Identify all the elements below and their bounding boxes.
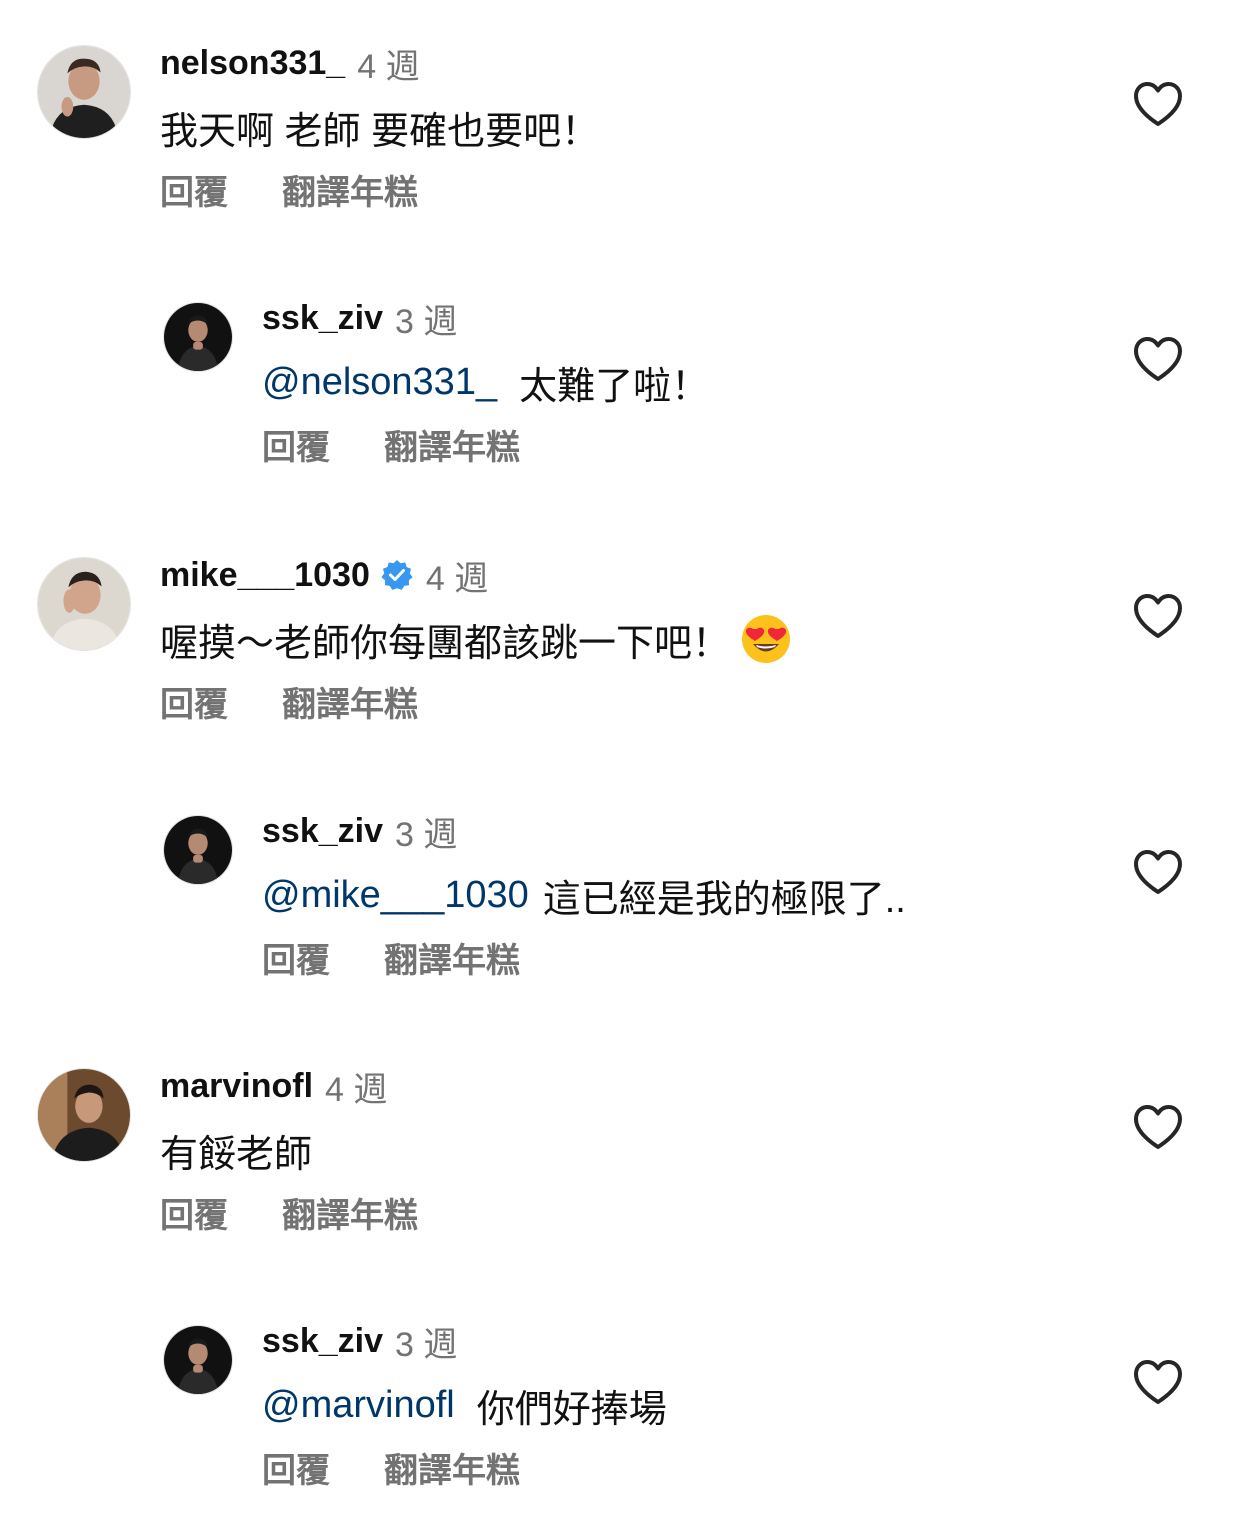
username-link[interactable]: marvinofl	[160, 1067, 313, 1106]
comment-header: marvinofl 4 週	[160, 1064, 388, 1109]
comment-header: ssk_ziv 3 週	[262, 1319, 458, 1364]
comment-item: mike___1030 4 週 喔摸～老師你每團都該跳一下吧！ 回覆 翻譯年糕	[0, 556, 1242, 773]
comment-body: 有餒老師	[160, 1133, 313, 1176]
user-avatar[interactable]	[163, 1325, 233, 1395]
reply-button[interactable]: 回覆	[262, 1443, 330, 1492]
comment-body: 喔摸～老師你每團都該跳一下吧！	[160, 622, 731, 665]
comment-text: @nelson331_ 太難了啦！	[262, 352, 709, 412]
reply-item: ssk_ziv 3 週 @nelson331_ 太難了啦！ 回覆 翻譯年糕	[0, 299, 1242, 516]
mention-link[interactable]: @mike___1030	[262, 874, 529, 917]
username-link[interactable]: mike___1030	[160, 556, 370, 595]
comment-actions: 回覆 翻譯年糕	[160, 1188, 418, 1237]
heart-outline-icon[interactable]	[1133, 1104, 1183, 1150]
timestamp: 3 週	[395, 815, 458, 854]
user-avatar[interactable]	[37, 45, 131, 139]
username-link[interactable]: ssk_ziv	[262, 812, 383, 851]
timestamp: 3 週	[395, 1325, 458, 1364]
translate-button[interactable]: 翻譯年糕	[282, 165, 418, 214]
reply-button[interactable]: 回覆	[262, 933, 330, 982]
comment-body: 我天啊 老師 要確也要吧！	[160, 110, 600, 153]
translate-button[interactable]: 翻譯年糕	[384, 933, 520, 982]
verified-badge-icon	[380, 558, 414, 592]
reply-button[interactable]: 回覆	[262, 420, 330, 469]
timestamp: 3 週	[395, 302, 458, 341]
comment-text: @mike___1030 這已經是我的極限了..	[262, 865, 906, 925]
comment-header: mike___1030 4 週	[160, 553, 489, 598]
heart-eyes-emoji-icon	[740, 613, 792, 665]
comment-text: 有餒老師	[160, 1120, 312, 1180]
comment-text: @marvinofl 你們好捧場	[262, 1375, 667, 1435]
user-avatar[interactable]	[37, 1068, 131, 1162]
heart-outline-icon[interactable]	[1133, 81, 1183, 127]
comment-body: 這已經是我的極限了..	[542, 878, 906, 921]
timestamp: 4 週	[357, 47, 420, 86]
comment-actions: 回覆 翻譯年糕	[262, 933, 520, 982]
reply-item: ssk_ziv 3 週 @marvinofl 你們好捧場 回覆 翻譯年糕	[0, 1322, 1242, 1539]
comment-text: 我天啊 老師 要確也要吧！	[160, 97, 599, 157]
timestamp: 4 週	[325, 1070, 388, 1109]
translate-button[interactable]: 翻譯年糕	[384, 420, 520, 469]
username-link[interactable]: ssk_ziv	[262, 299, 383, 338]
comment-header: nelson331_ 4 週	[160, 41, 420, 86]
comment-item: nelson331_ 4 週 我天啊 老師 要確也要吧！ 回覆 翻譯年糕	[0, 44, 1242, 261]
reply-button[interactable]: 回覆	[160, 1188, 228, 1237]
timestamp: 4 週	[425, 559, 489, 598]
mention-link[interactable]: @marvinofl	[262, 1384, 455, 1427]
reply-button[interactable]: 回覆	[160, 677, 228, 726]
heart-outline-icon[interactable]	[1133, 849, 1183, 895]
comment-actions: 回覆 翻譯年糕	[262, 1443, 520, 1492]
comment-body: 太難了啦！	[519, 365, 710, 408]
user-avatar[interactable]	[163, 302, 233, 372]
reply-item: ssk_ziv 3 週 @mike___1030 這已經是我的極限了.. 回覆 …	[0, 812, 1242, 1029]
translate-button[interactable]: 翻譯年糕	[282, 677, 418, 726]
comment-actions: 回覆 翻譯年糕	[160, 165, 418, 214]
comment-actions: 回覆 翻譯年糕	[160, 677, 418, 726]
user-avatar[interactable]	[37, 557, 131, 651]
translate-button[interactable]: 翻譯年糕	[384, 1443, 520, 1492]
comment-body: 你們好捧場	[476, 1388, 667, 1431]
username-link[interactable]: nelson331_	[160, 44, 345, 83]
mention-link[interactable]: @nelson331_	[262, 361, 497, 404]
comment-actions: 回覆 翻譯年糕	[262, 420, 520, 469]
user-avatar[interactable]	[163, 815, 233, 885]
translate-button[interactable]: 翻譯年糕	[282, 1188, 418, 1237]
heart-outline-icon[interactable]	[1133, 1359, 1183, 1405]
comment-item: marvinofl 4 週 有餒老師 回覆 翻譯年糕	[0, 1067, 1242, 1284]
reply-button[interactable]: 回覆	[160, 165, 228, 214]
comment-header: ssk_ziv 3 週	[262, 296, 458, 341]
username-link[interactable]: ssk_ziv	[262, 1322, 383, 1361]
comment-header: ssk_ziv 3 週	[262, 809, 458, 854]
heart-outline-icon[interactable]	[1133, 593, 1183, 639]
heart-outline-icon[interactable]	[1133, 336, 1183, 382]
comment-text: 喔摸～老師你每團都該跳一下吧！	[160, 609, 792, 669]
